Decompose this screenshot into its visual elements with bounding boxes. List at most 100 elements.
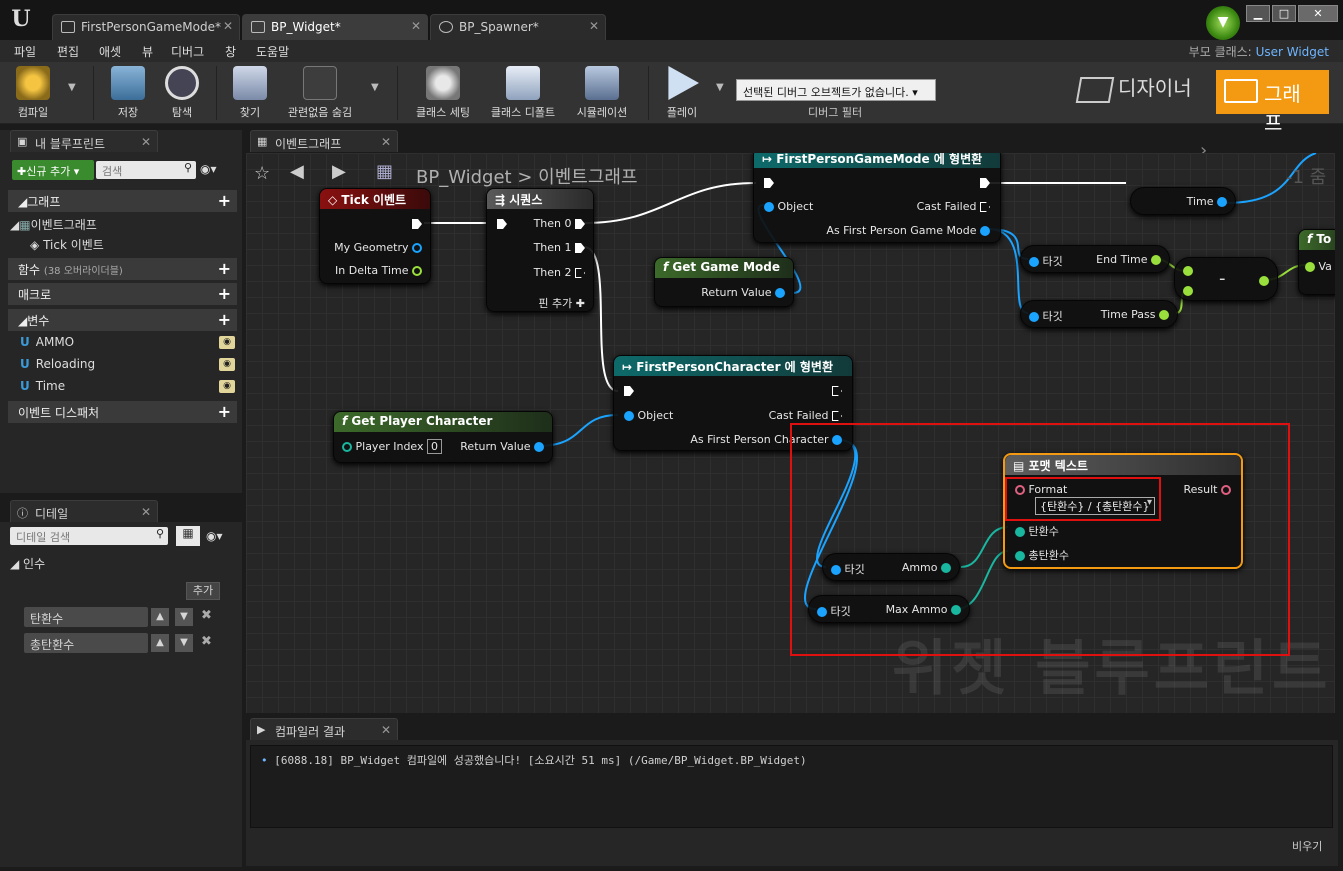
target-pin[interactable]: 타깃	[1029, 308, 1063, 324]
ammo-getter-node[interactable]: 타깃 Ammo	[822, 553, 960, 581]
exec-out-pin[interactable]	[412, 217, 422, 230]
then-1-pin[interactable]: Then 1	[534, 241, 585, 254]
remove-argument-icon[interactable]: ✖	[201, 608, 212, 623]
section-event-dispatchers[interactable]: 이벤트 디스패처 +	[8, 401, 237, 423]
menu-window[interactable]: 창	[225, 43, 236, 60]
compile-button[interactable]: 컴파일	[10, 66, 56, 122]
add-macro-icon[interactable]: +	[218, 284, 231, 303]
browse-button[interactable]: 탐색	[160, 66, 204, 122]
view-options-eye-icon[interactable]: ◉▾	[200, 162, 217, 176]
then-2-pin[interactable]: Then 2	[534, 266, 585, 279]
move-down-icon[interactable]: ▼	[175, 608, 193, 626]
visibility-eye-icon[interactable]: ◉	[219, 358, 235, 371]
ammo-pin[interactable]: Ammo	[902, 561, 951, 574]
add-pin-button[interactable]: 핀 추가 ✚	[538, 295, 585, 311]
section-variables[interactable]: ◢변수 +	[8, 309, 237, 331]
compile-options-dropdown[interactable]: ▼	[68, 82, 76, 93]
hide-unrelated-button[interactable]: 관련없음 숨김	[284, 66, 356, 122]
play-options-dropdown[interactable]: ▼	[716, 82, 724, 93]
player-index-pin[interactable]: Player Index 0	[342, 439, 443, 454]
close-tab-icon[interactable]: ✕	[223, 19, 233, 33]
add-dispatcher-icon[interactable]: +	[218, 402, 231, 421]
minimize-button[interactable]: ▁	[1246, 5, 1270, 22]
cast-failed-pin[interactable]: Cast Failed	[769, 409, 842, 422]
input-a-pin[interactable]	[1183, 264, 1193, 277]
find-button[interactable]: 찾기	[228, 66, 272, 122]
arg-ammo-pin[interactable]: 탄환수	[1015, 523, 1059, 539]
remove-argument-icon[interactable]: ✖	[201, 634, 212, 649]
menu-asset[interactable]: 애셋	[99, 43, 121, 60]
player-index-value[interactable]: 0	[427, 439, 443, 454]
add-graph-icon[interactable]: +	[218, 191, 231, 210]
tree-event-graph[interactable]: ◢▦이벤트그래프	[10, 216, 97, 233]
maximize-button[interactable]: □	[1272, 5, 1296, 22]
target-pin[interactable]: 타깃	[817, 603, 851, 619]
object-pin[interactable]: Object	[624, 409, 673, 422]
visibility-eye-icon[interactable]: ◉	[219, 336, 235, 349]
view-options-eye-icon[interactable]: ◉▾	[206, 529, 223, 543]
exec-in-pin[interactable]	[764, 176, 774, 189]
source-control-icon[interactable]: ▼	[1206, 6, 1240, 40]
geometry-pin[interactable]: My Geometry	[334, 241, 422, 254]
section-graphs[interactable]: ◢그래프 +	[8, 190, 237, 212]
breadcrumb-blueprint[interactable]: BP_Widget	[416, 167, 512, 188]
clear-button[interactable]: 비우기	[1292, 838, 1322, 854]
move-up-icon[interactable]: ▲	[151, 608, 169, 626]
save-button[interactable]: 저장	[106, 66, 150, 122]
tab-firstpersongamemode[interactable]: FirstPersonGameMode* ✕	[52, 14, 240, 40]
then-0-pin[interactable]: Then 0	[534, 217, 585, 230]
simulation-button[interactable]: 시뮬레이션	[570, 66, 634, 122]
tab-event-graph[interactable]: ▦ 이벤트그래프 ✕	[250, 130, 398, 152]
class-settings-button[interactable]: 클래스 세팅	[410, 66, 476, 122]
target-pin[interactable]: 타깃	[831, 561, 865, 577]
cast-failed-pin[interactable]: Cast Failed	[917, 200, 990, 213]
tab-bp-widget[interactable]: BP_Widget* ✕	[242, 14, 428, 40]
menu-help[interactable]: 도움말	[256, 43, 289, 60]
tree-tick-event[interactable]: ◈ Tick 이벤트	[30, 236, 104, 253]
object-pin[interactable]: Object	[764, 200, 813, 213]
section-functions[interactable]: 함수 (38 오버라이더블) +	[8, 258, 237, 280]
end-time-node[interactable]: 타깃 End Time	[1020, 245, 1170, 273]
visibility-eye-icon[interactable]: ◉	[219, 380, 235, 393]
section-macros[interactable]: 매크로 +	[8, 283, 237, 305]
add-function-icon[interactable]: +	[218, 259, 231, 278]
close-tab-icon[interactable]: ✕	[411, 19, 421, 33]
menu-debug[interactable]: 디버그	[171, 43, 204, 60]
cast-to-gamemode-node[interactable]: ↦ FirstPersonGameMode 에 형변환 Object Cast …	[753, 153, 1001, 243]
move-up-icon[interactable]: ▲	[151, 634, 169, 652]
format-value-input[interactable]: {탄환수} / {총탄환수}	[1035, 497, 1155, 515]
tab-details[interactable]: ⓘ 디테일 ✕	[10, 500, 158, 522]
tab-compiler-results[interactable]: ▶ 컴파일러 결과 ✕	[250, 718, 398, 740]
close-button[interactable]: ✕	[1298, 5, 1338, 22]
target-pin[interactable]: 타깃	[1029, 253, 1063, 269]
as-gamemode-pin[interactable]: As First Person Game Mode	[826, 224, 990, 237]
time-pass-pin[interactable]: Time Pass	[1101, 308, 1169, 321]
argument-field[interactable]: 탄환수	[24, 607, 148, 627]
time-pass-node[interactable]: 타깃 Time Pass	[1020, 300, 1178, 328]
argument-field[interactable]: 총탄환수	[24, 633, 148, 653]
menu-edit[interactable]: 편집	[57, 43, 79, 60]
tab-my-blueprint[interactable]: ▣ 내 블루프린트 ✕	[10, 130, 158, 152]
time-pin[interactable]: Time	[1187, 195, 1227, 208]
class-defaults-button[interactable]: 클래스 디폴트	[486, 66, 560, 122]
favorite-star-icon[interactable]: ☆	[254, 163, 270, 184]
property-matrix-icon[interactable]: ▦	[176, 526, 200, 546]
forward-arrow-icon[interactable]: ▶	[332, 161, 346, 182]
inputs-category[interactable]: ◢ 인수	[10, 555, 45, 572]
input-b-pin[interactable]	[1183, 284, 1193, 297]
format-dropdown-icon[interactable]: ▾	[1147, 497, 1152, 508]
format-pin[interactable]: Format	[1015, 483, 1067, 496]
exec-out-pin[interactable]	[980, 176, 990, 189]
return-value-pin[interactable]: Return Value	[701, 286, 785, 299]
play-button[interactable]: 플레이	[660, 66, 704, 122]
close-tab-icon[interactable]: ✕	[381, 135, 391, 149]
graph-mode-button[interactable]: 그래프	[1216, 70, 1329, 135]
max-ammo-pin[interactable]: Max Ammo	[886, 603, 961, 616]
move-down-icon[interactable]: ▼	[175, 634, 193, 652]
max-ammo-getter-node[interactable]: 타깃 Max Ammo	[808, 595, 970, 623]
exec-in-pin[interactable]	[497, 217, 507, 230]
format-text-node[interactable]: ▤ 포맷 텍스트 Format {탄환수} / {총탄환수} ▾ Result …	[1003, 453, 1243, 569]
debug-object-select[interactable]: 선택된 디버그 오브젝트가 없습니다. ▾	[736, 79, 936, 101]
close-tab-icon[interactable]: ✕	[141, 135, 151, 149]
variable-ammo[interactable]: U AMMO	[20, 335, 74, 349]
